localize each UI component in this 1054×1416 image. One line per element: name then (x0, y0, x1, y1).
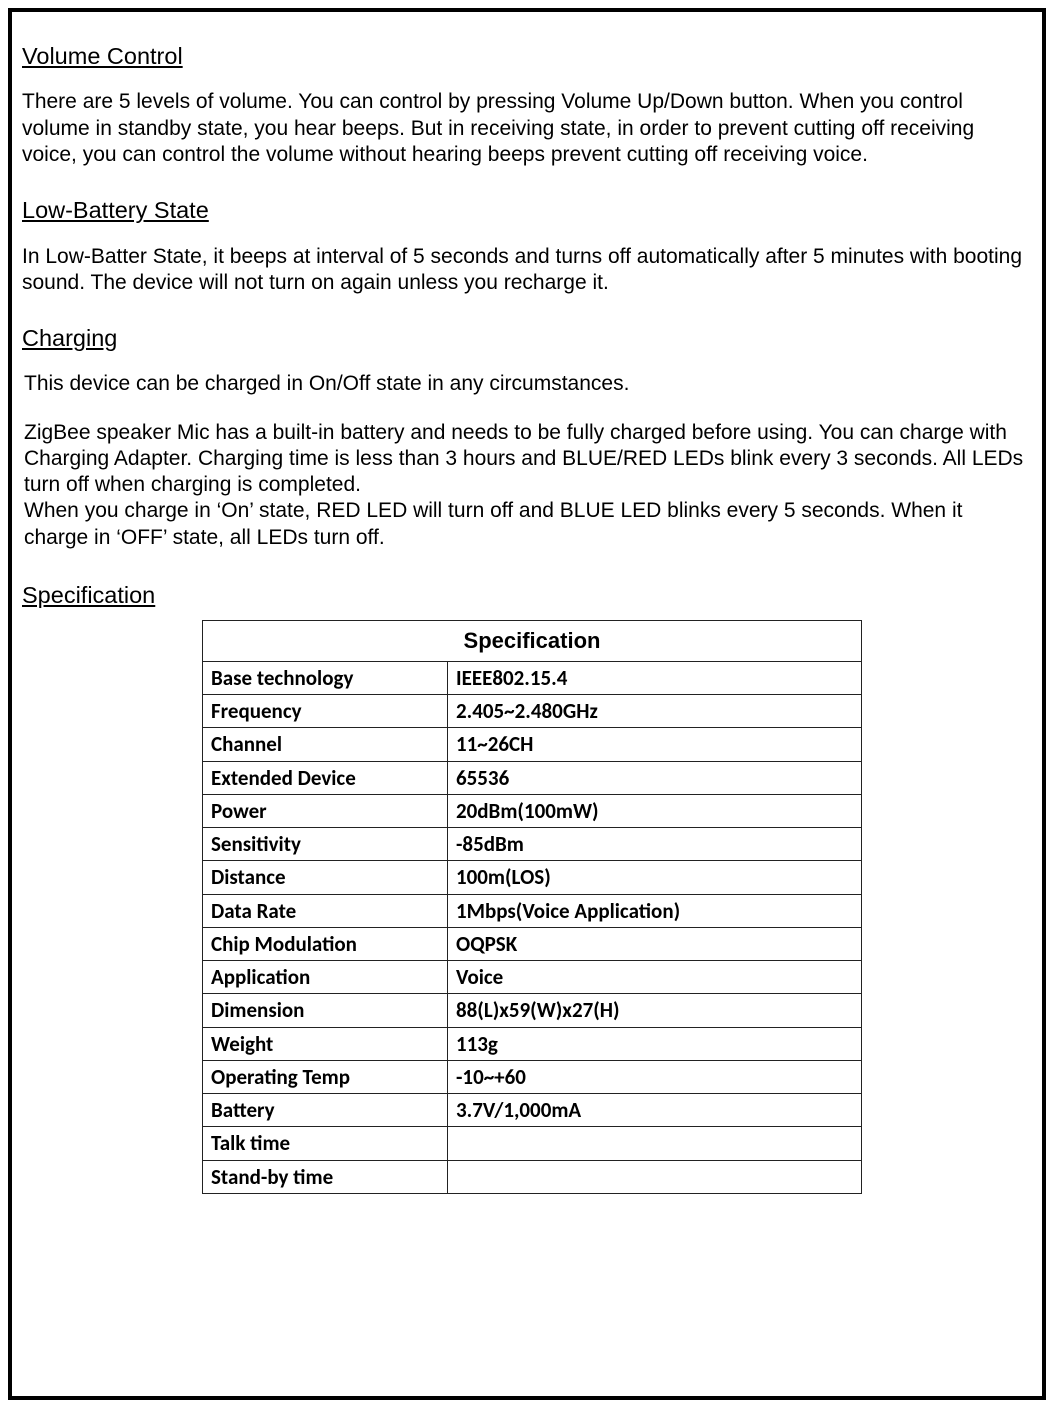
heading-volume-control: Volume Control (22, 42, 1032, 71)
heading-low-battery: Low-Battery State (22, 196, 1032, 225)
spec-value: -10~+60 (448, 1060, 862, 1093)
spec-label: Weight (203, 1027, 448, 1060)
table-row: Data Rate1Mbps(Voice Application) (203, 894, 862, 927)
spec-value: 65536 (448, 761, 862, 794)
spec-value: 2.405~2.480GHz (448, 695, 862, 728)
spec-label: Chip Modulation (203, 927, 448, 960)
table-row: ApplicationVoice (203, 961, 862, 994)
spec-value (448, 1160, 862, 1193)
spec-value: 1Mbps(Voice Application) (448, 894, 862, 927)
spec-value: 3.7V/1,000mA (448, 1094, 862, 1127)
table-row: Distance100m(LOS) (203, 861, 862, 894)
spec-value: Voice (448, 961, 862, 994)
spec-table-title-row: Specification (203, 621, 862, 662)
table-row: Extended Device65536 (203, 761, 862, 794)
para-charging-1: This device can be charged in On/Off sta… (24, 371, 1032, 397)
spec-label: Operating Temp (203, 1060, 448, 1093)
heading-specification: Specification (22, 581, 1032, 610)
spec-table-wrap: Specification Base technologyIEEE802.15.… (202, 620, 1032, 1194)
table-row: Chip ModulationOQPSK (203, 927, 862, 960)
spec-label: Battery (203, 1094, 448, 1127)
spec-label: Sensitivity (203, 828, 448, 861)
table-row: Stand-by time (203, 1160, 862, 1193)
spec-label: Data Rate (203, 894, 448, 927)
spec-value: IEEE802.15.4 (448, 661, 862, 694)
spec-label: Power (203, 794, 448, 827)
spec-value (448, 1127, 862, 1160)
spec-label: Dimension (203, 994, 448, 1027)
spec-label: Frequency (203, 695, 448, 728)
table-row: Sensitivity -85dBm (203, 828, 862, 861)
table-row: Talk time (203, 1127, 862, 1160)
table-row: Battery3.7V/1,000mA (203, 1094, 862, 1127)
spec-label: Base technology (203, 661, 448, 694)
spec-label: Stand-by time (203, 1160, 448, 1193)
spec-value: 11~26CH (448, 728, 862, 761)
table-row: Operating Temp -10~+60 (203, 1060, 862, 1093)
spec-label: Extended Device (203, 761, 448, 794)
spec-value: 20dBm(100mW) (448, 794, 862, 827)
spec-label: Channel (203, 728, 448, 761)
spec-table: Specification Base technologyIEEE802.15.… (202, 620, 862, 1194)
table-row: Base technologyIEEE802.15.4 (203, 661, 862, 694)
table-row: Weight113g (203, 1027, 862, 1060)
spec-value: OQPSK (448, 927, 862, 960)
page-frame: Volume Control There are 5 levels of vol… (8, 8, 1046, 1400)
heading-charging: Charging (22, 324, 1032, 353)
para-low-battery: In Low-Batter State, it beeps at interva… (22, 244, 1032, 297)
spec-label: Application (203, 961, 448, 994)
spec-table-title: Specification (203, 621, 862, 662)
para-volume-control: There are 5 levels of volume. You can co… (22, 89, 1032, 168)
table-row: Power20dBm(100mW) (203, 794, 862, 827)
table-row: Frequency2.405~2.480GHz (203, 695, 862, 728)
para-charging-3: When you charge in ‘On’ state, RED LED w… (24, 498, 1032, 551)
spec-label: Talk time (203, 1127, 448, 1160)
spec-value: 88(L)x59(W)x27(H) (448, 994, 862, 1027)
para-charging-2: ZigBee speaker Mic has a built-in batter… (24, 420, 1032, 499)
spec-value: 113g (448, 1027, 862, 1060)
spec-value: 100m(LOS) (448, 861, 862, 894)
spec-label: Distance (203, 861, 448, 894)
table-row: Dimension88(L)x59(W)x27(H) (203, 994, 862, 1027)
spec-value: -85dBm (448, 828, 862, 861)
table-row: Channel11~26CH (203, 728, 862, 761)
